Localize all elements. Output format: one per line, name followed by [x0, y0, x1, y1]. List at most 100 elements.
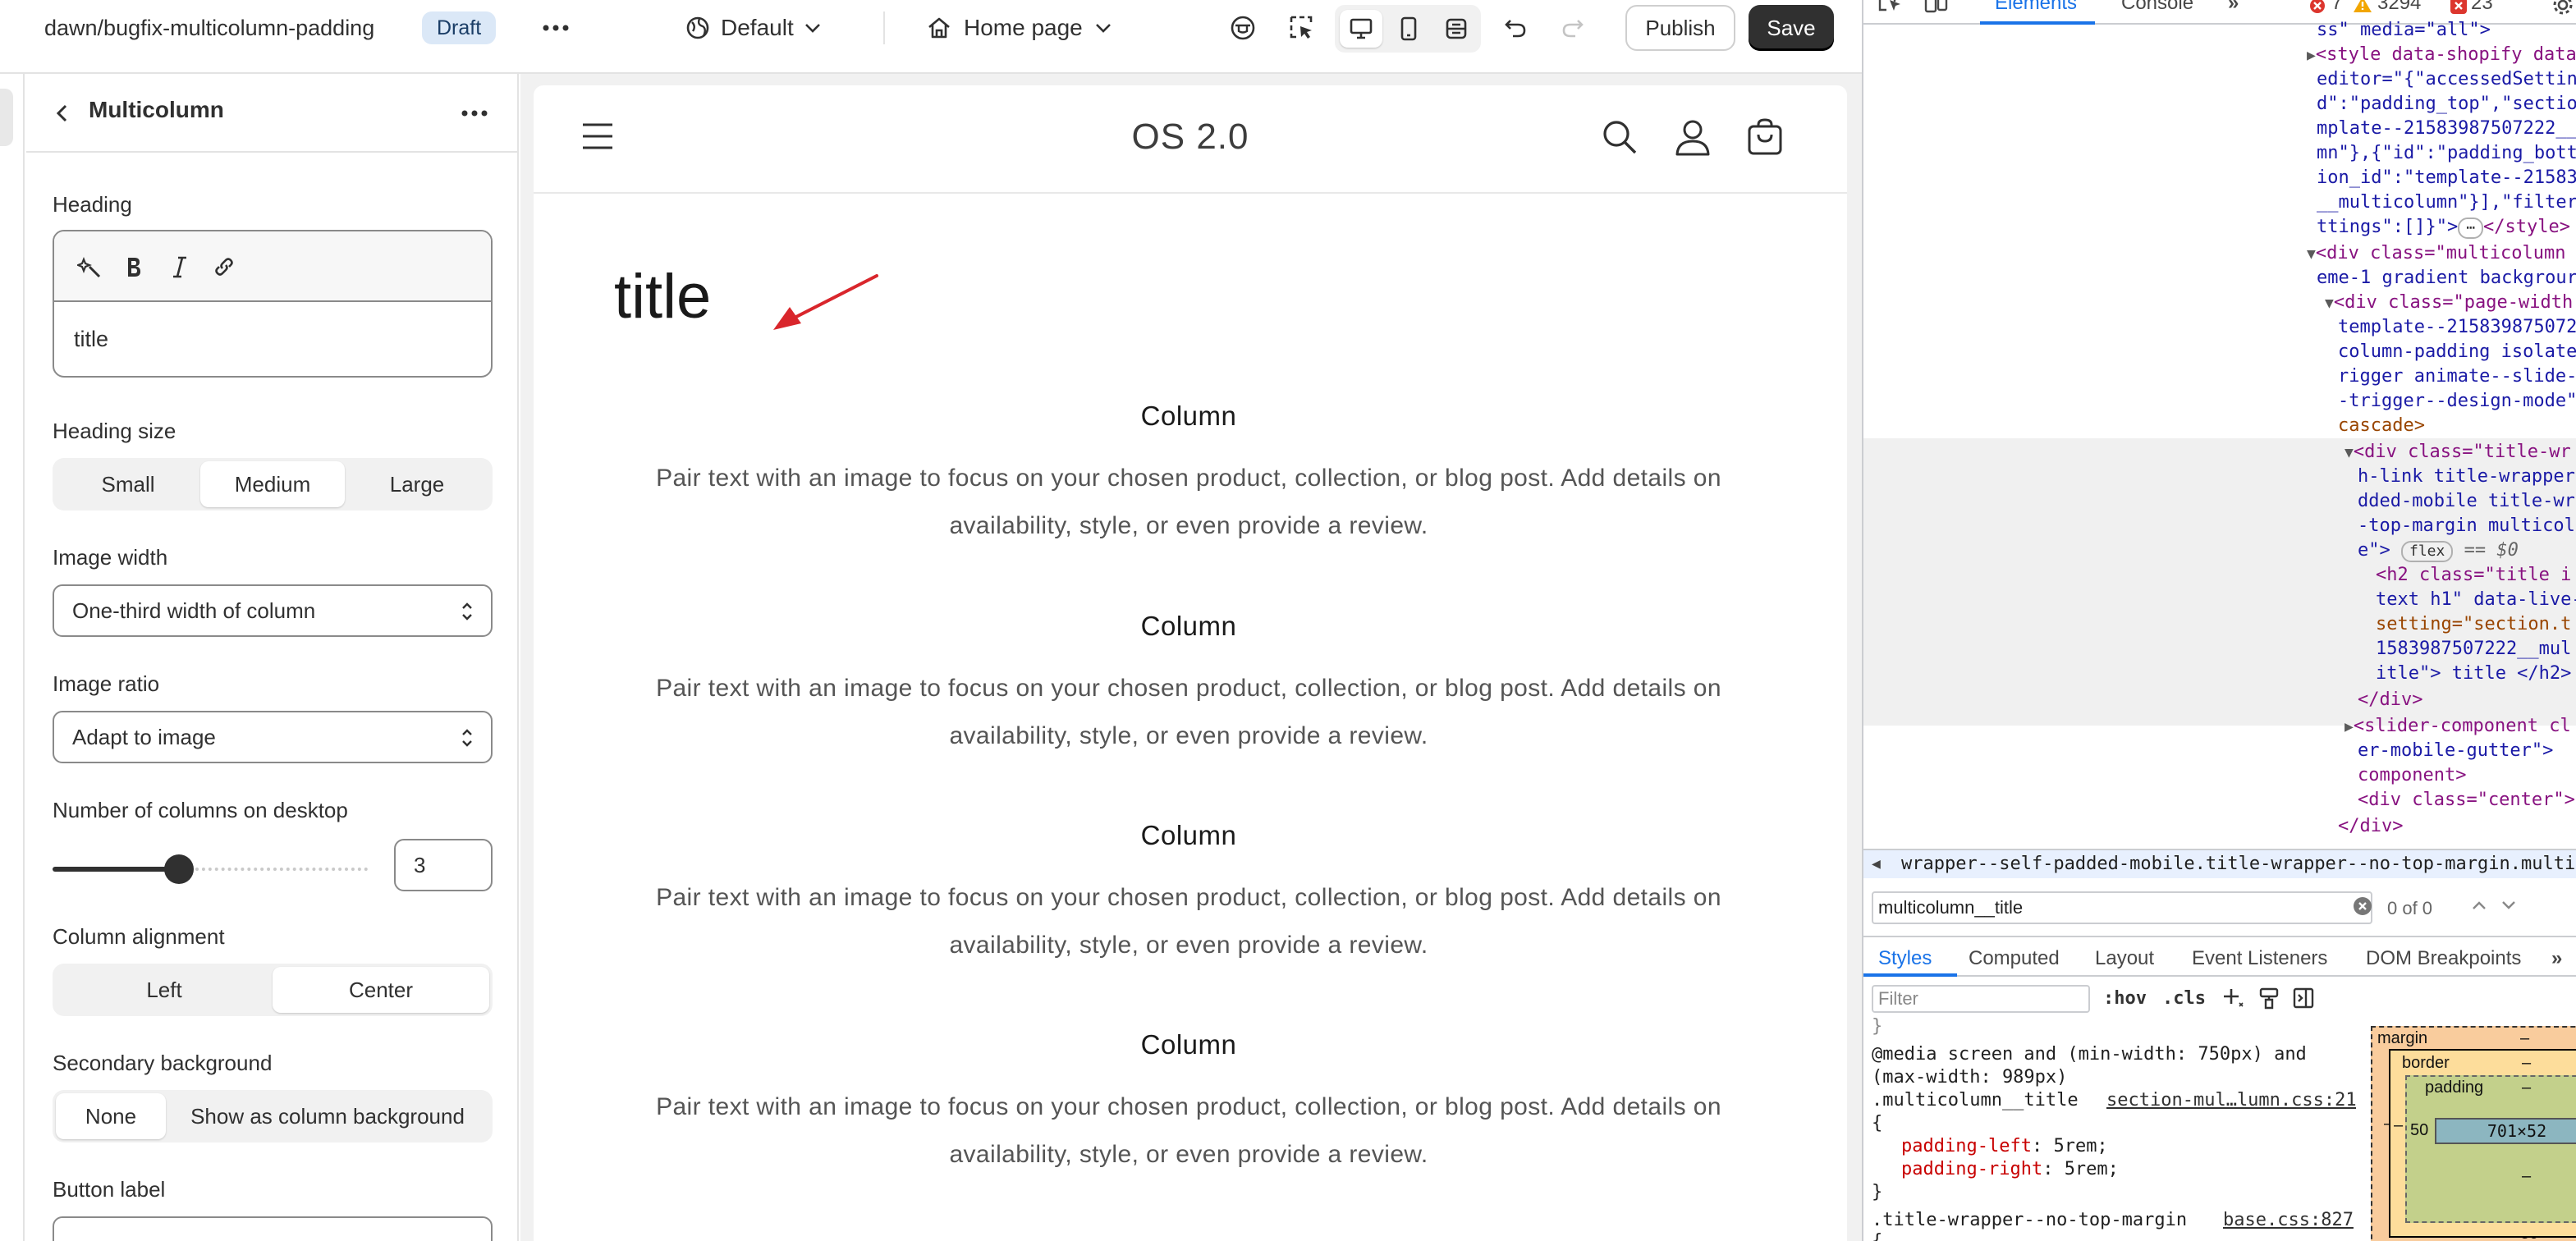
dom-line[interactable]: <div class="center"> — [2358, 788, 2575, 813]
breadcrumb-text[interactable]: wrapper--self-padded-mobile.title-wrappe… — [1901, 850, 2576, 878]
dom-line[interactable]: ▼<div class="multicolumn — [2307, 241, 2565, 268]
tab-computed[interactable]: Computed — [1969, 947, 2060, 970]
dom-line[interactable]: -top-margin multicol — [2358, 514, 2575, 539]
paint-brush-icon[interactable] — [2257, 987, 2280, 1010]
italic-icon[interactable] — [163, 250, 197, 284]
dom-line[interactable]: mplate--21583987507222__ — [2317, 117, 2576, 142]
dom-line[interactable]: <h2 class="title i — [2376, 563, 2571, 588]
rule-selector[interactable]: .multicolumn__title — [1872, 1088, 2079, 1113]
dom-line[interactable]: ion_id":"template--21583 — [2317, 166, 2576, 191]
css-declaration[interactable]: padding-left: 5rem; — [1901, 1134, 2108, 1159]
dom-line[interactable]: __multicolumn"}],"filter — [2317, 190, 2576, 216]
dom-line[interactable]: mn"},{"id":"padding_bott — [2317, 141, 2576, 167]
toggle-sidebar-icon[interactable] — [2292, 987, 2315, 1010]
more-tabs-chevron[interactable]: » — [2228, 0, 2239, 15]
dom-line[interactable]: ss" media="all"> — [2317, 18, 2491, 44]
dom-line[interactable]: e"> flex == $0 — [2358, 538, 2519, 564]
tab-layout[interactable]: Layout — [2095, 947, 2154, 970]
column-alignment-center[interactable]: Center — [273, 967, 489, 1013]
dom-line[interactable]: setting="section.t — [2376, 612, 2571, 638]
slider-thumb[interactable] — [164, 854, 194, 884]
secondary-background-column[interactable]: Show as column background — [166, 1093, 489, 1139]
warning-icon[interactable] — [2353, 0, 2372, 13]
undo-icon[interactable] — [1496, 10, 1535, 46]
settings-gear-icon[interactable] — [2551, 0, 2574, 16]
box-model-padding[interactable]: padding – 50 – 701×52 — [2405, 1075, 2576, 1223]
dom-breadcrumb[interactable]: ◀ wrapper--self-padded-mobile.title-wrap… — [1863, 849, 2576, 878]
store-name[interactable]: dawn/bugfix-multicolumn-padding — [44, 11, 374, 44]
mobile-view-icon[interactable] — [1387, 10, 1430, 48]
tab-console[interactable]: Console — [2121, 0, 2193, 15]
image-width-select[interactable]: One-third width of column — [53, 584, 493, 637]
select-element-icon[interactable] — [1282, 10, 1322, 46]
dom-line[interactable]: rigger animate--slide- — [2338, 364, 2576, 390]
dom-line[interactable]: </div> — [2338, 814, 2403, 840]
column-alignment-left[interactable]: Left — [56, 967, 273, 1013]
heading-input-value[interactable]: title — [74, 327, 108, 352]
heading-size-large[interactable]: Large — [345, 461, 489, 507]
dom-line[interactable]: column-padding isolate — [2338, 340, 2576, 365]
image-ratio-select[interactable]: Adapt to image — [53, 711, 493, 763]
tab-dom-breakpoints[interactable]: DOM Breakpoints — [2366, 947, 2521, 970]
dom-line[interactable]: ▼<div class="page-width — [2325, 291, 2573, 317]
more-options-icon[interactable] — [453, 95, 496, 131]
tab-elements[interactable]: Elements — [1995, 0, 2077, 15]
dom-line[interactable]: 1583987507222__mul — [2376, 637, 2571, 662]
device-toolbar-icon[interactable] — [1924, 0, 1949, 13]
clear-search-icon[interactable] — [2353, 896, 2372, 916]
more-style-tabs-chevron[interactable]: » — [2551, 947, 2562, 970]
link-icon[interactable] — [207, 250, 241, 284]
new-rule-plus-icon[interactable] — [2221, 987, 2244, 1010]
styles-filter-input[interactable]: Filter — [1872, 985, 2090, 1013]
search-next-icon[interactable] — [2500, 900, 2517, 911]
heading-size-medium[interactable]: Medium — [200, 461, 345, 507]
rule-source-link[interactable]: base.css:827 — [2223, 1208, 2354, 1233]
dom-line[interactable]: dded-mobile title-wr — [2358, 489, 2575, 515]
secondary-background-none[interactable]: None — [56, 1093, 166, 1139]
dom-line[interactable]: editor="{"accessedSetting — [2317, 67, 2576, 93]
search-prev-icon[interactable] — [2471, 900, 2487, 911]
dom-line[interactable]: h-link title-wrapper — [2358, 465, 2575, 490]
dom-line[interactable]: -trigger--design-mode" — [2338, 389, 2576, 414]
inspect-cursor-icon[interactable] — [1878, 0, 1903, 13]
hov-toggle[interactable]: :hov — [2103, 988, 2147, 1009]
column-block-4[interactable]: Column Pair text with an image to focus … — [614, 1029, 1763, 1179]
dom-line[interactable]: itle"> title </h2> — [2376, 662, 2571, 687]
magic-sparkle-icon[interactable] — [72, 250, 107, 284]
dom-search-input[interactable]: multicolumn__title — [1872, 891, 2372, 924]
save-button[interactable]: Save — [1749, 5, 1834, 51]
tab-styles[interactable]: Styles — [1878, 947, 1932, 970]
dom-line-selected[interactable]: ▼<div class="title-wr — [2345, 440, 2571, 466]
desktop-view-icon[interactable] — [1340, 10, 1382, 48]
dom-line[interactable]: ttings":[]}"> ⋯ </style> — [2317, 215, 2570, 240]
dom-line[interactable]: cascade> — [2338, 414, 2425, 439]
column-block-2[interactable]: Column Pair text with an image to focus … — [614, 611, 1763, 760]
back-arrow-icon[interactable] — [44, 95, 80, 131]
breadcrumb-left-arrow-icon[interactable]: ◀ — [1872, 850, 1881, 878]
account-icon[interactable] — [1675, 118, 1711, 156]
theme-select[interactable]: Default — [685, 10, 822, 46]
box-model-content[interactable]: 701×52 — [2435, 1118, 2576, 1144]
columns-desktop-input[interactable]: 3 — [394, 839, 493, 891]
dom-line[interactable]: component> — [2358, 763, 2466, 789]
error-icon[interactable] — [2308, 0, 2326, 15]
column-block-1[interactable]: Column Pair text with an image to focus … — [614, 401, 1763, 550]
dom-line[interactable]: er-mobile-gutter"> — [2358, 739, 2553, 764]
redo-icon[interactable] — [1553, 10, 1593, 46]
box-model-margin[interactable]: margin – – 30 border – – padding – 50 – … — [2371, 1026, 2576, 1241]
dom-line[interactable]: template--215839875072 — [2338, 315, 2576, 341]
dom-line[interactable]: </div> — [2358, 688, 2422, 713]
column-block-3[interactable]: Column Pair text with an image to focus … — [614, 820, 1763, 969]
flex-badge[interactable]: flex — [2401, 541, 2454, 562]
rule-source-link[interactable]: section-mul…lumn.css:21 — [2106, 1088, 2357, 1113]
tab-event-listeners[interactable]: Event Listeners — [2192, 947, 2327, 970]
fullscreen-view-icon[interactable] — [1435, 10, 1478, 48]
dom-line[interactable]: ▶<slider-component cl — [2345, 714, 2571, 740]
dom-line[interactable]: d":"padding_top","sectio — [2317, 92, 2576, 117]
box-model-border[interactable]: border – – padding – 50 – 701×52 — [2389, 1049, 2576, 1238]
more-actions-icon[interactable] — [537, 11, 575, 44]
heading-rich-text-editor[interactable]: title — [53, 230, 493, 378]
dom-line[interactable]: text h1" data-live- — [2376, 588, 2576, 613]
dom-line[interactable]: eme-1 gradient backgrour — [2317, 266, 2576, 291]
cls-toggle[interactable]: .cls — [2162, 988, 2206, 1009]
